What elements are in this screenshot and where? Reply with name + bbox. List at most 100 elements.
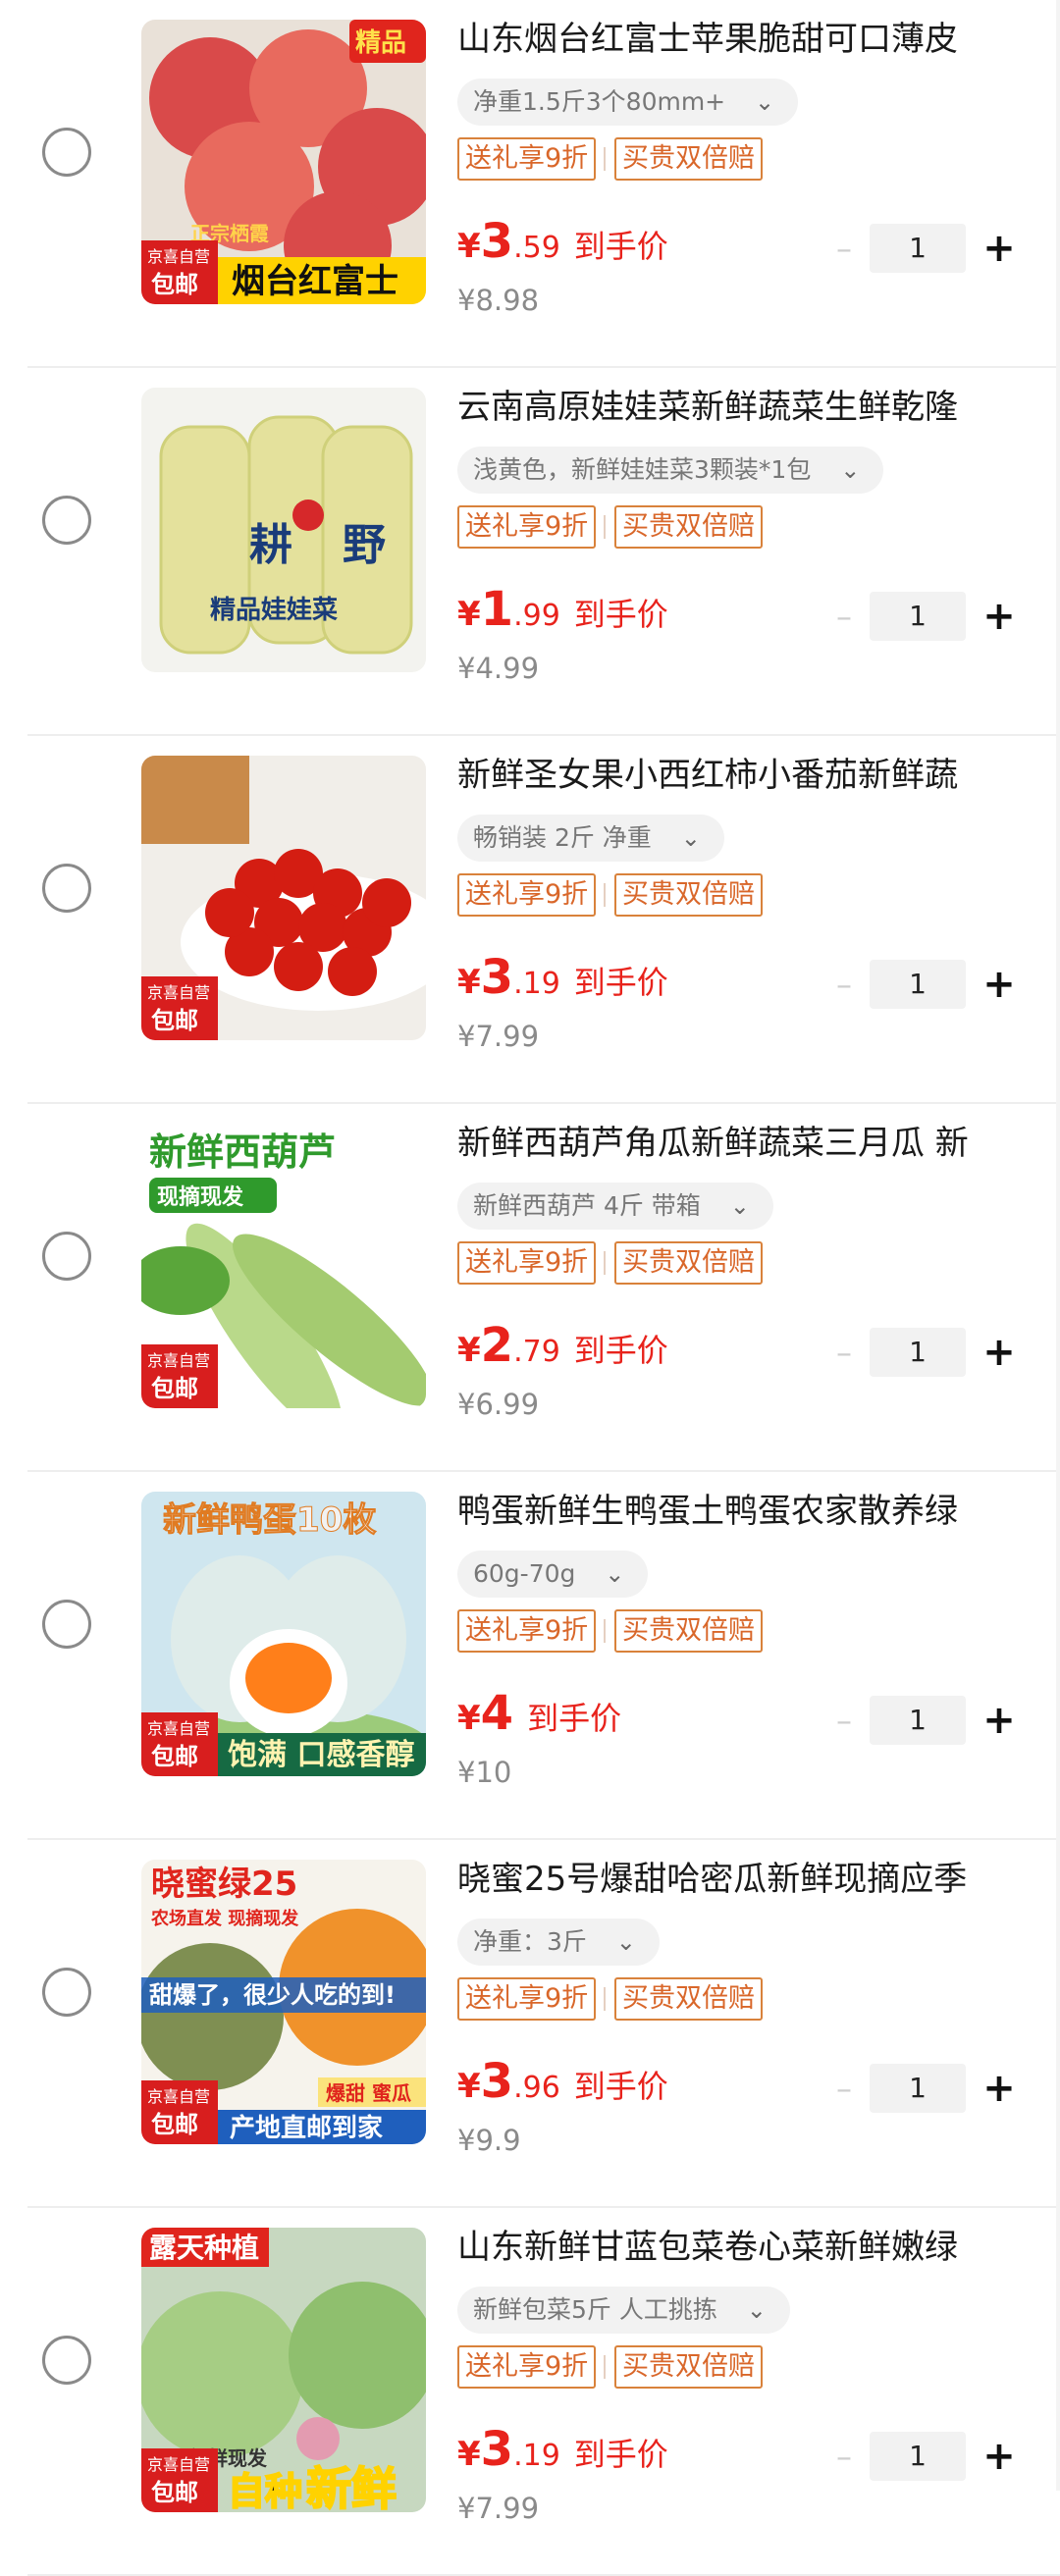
product-image[interactable]: 耕 野精品娃娃菜 (141, 388, 426, 672)
select-item-radio[interactable] (42, 2336, 91, 2385)
price-currency: ¥ (457, 1699, 481, 1738)
promo-tag-discount: 送礼享9折 (457, 873, 597, 917)
decrease-button[interactable]: – (824, 224, 864, 273)
bowl (141, 756, 249, 844)
product-image[interactable]: 晓蜜绿25 农场直发 现摘现发 甜爆了，很少人吃的到! 爆甜 蜜瓜 产地直邮到家 京喜自营… (141, 1860, 426, 2144)
price-label: 到手价 (527, 1700, 622, 1737)
increase-button[interactable]: + (980, 2432, 1019, 2481)
product-image-art: 京喜自营包邮 (141, 756, 426, 1040)
select-item-radio[interactable] (42, 864, 91, 913)
cart-item[interactable]: 精品 正宗栖霞 烟台红富士 京喜自营 包邮 山东烟台红富士苹果脆甜可口薄皮 净重1.5斤… (0, 0, 1060, 368)
cart-item[interactable]: 晓蜜绿25 农场直发 现摘现发 甜爆了，很少人吃的到! 爆甜 蜜瓜 产地直邮到家 京喜自营… (0, 1840, 1060, 2208)
price-decimal: .19 (513, 2439, 560, 2473)
spec-label: 净重：3斤 (473, 1927, 587, 1956)
quantity-input[interactable]: 1 (870, 592, 966, 641)
sub-text: 现摘现发 (157, 1184, 244, 1210)
select-item-radio[interactable] (42, 496, 91, 545)
increase-button[interactable]: + (980, 592, 1019, 641)
quantity-input[interactable]: 1 (870, 2432, 966, 2481)
original-price: ¥7.99 (457, 1020, 540, 1053)
spec-selector[interactable]: 净重：3斤 ⌄ (457, 1919, 660, 1966)
product-title[interactable]: 山东新鲜甘蓝包菜卷心菜新鲜嫩绿 (457, 2224, 1046, 2271)
quantity-input[interactable]: 1 (870, 224, 966, 273)
spec-selector[interactable]: 新鲜西葫芦 4斤 带箱 ⌄ (457, 1183, 773, 1230)
increase-button[interactable]: + (980, 1328, 1019, 1377)
promo-tag-discount: 送礼享9折 (457, 1977, 597, 2021)
product-image[interactable]: 新鲜鸭蛋10枚 饱满 口感香醇 京喜自营 包邮 (141, 1492, 426, 1776)
decrease-button[interactable]: – (824, 960, 864, 1009)
product-title[interactable]: 新鲜西葫芦角瓜新鲜蔬菜三月瓜 新 (457, 1120, 1046, 1167)
product-image[interactable]: 京喜自营 包邮 (141, 756, 426, 1040)
cart-item[interactable]: 露天种植 新鲜现发 自种 新鲜 京喜自营 包邮 山东新鲜甘蓝包菜卷心菜新鲜嫩绿 新鲜包菜5… (0, 2208, 1060, 2576)
jd-badge-line1: 京喜自营 (147, 1351, 210, 1370)
select-item-radio[interactable] (42, 128, 91, 177)
tomato (328, 947, 377, 996)
increase-button[interactable]: + (980, 960, 1019, 1009)
caption-text: 饱满 口感香醇 (228, 1738, 414, 1772)
jd-badge-line1: 京喜自营 (147, 2455, 210, 2474)
spec-selector[interactable]: 畅销装 2斤 净重 ⌄ (457, 815, 724, 862)
quantity-input[interactable]: 1 (870, 2064, 966, 2113)
spec-selector[interactable]: 浅黄色，新鲜娃娃菜3颗装*1包 ⌄ (457, 447, 884, 494)
quantity-stepper: – 1 + (824, 2432, 1021, 2481)
decrease-button[interactable]: – (824, 1328, 864, 1377)
decrease-button[interactable]: – (824, 2064, 864, 2113)
quantity-input[interactable]: 1 (870, 960, 966, 1009)
select-item-radio[interactable] (42, 1232, 91, 1281)
jd-badge: 京喜自营包邮 (141, 1344, 218, 1408)
chevron-down-icon: ⌄ (729, 1192, 750, 1220)
product-title[interactable]: 晓蜜25号爆甜哈密瓜新鲜现摘应季 (457, 1856, 1046, 1903)
jd-badge-line2: 包邮 (151, 271, 198, 298)
jd-badge-line2: 包邮 (151, 1743, 198, 1770)
quantity-stepper: – 1 + (824, 224, 1021, 273)
caption-word2: 新鲜 (306, 2462, 397, 2512)
product-image[interactable]: 新鲜西葫芦 现摘现发 京喜自营 包邮 (141, 1124, 426, 1408)
scrollbar[interactable] (1056, 0, 1060, 2491)
product-image-art: 新鲜鸭蛋10枚饱满 口感香醇京喜自营包邮 (141, 1492, 426, 1776)
increase-button[interactable]: + (980, 224, 1019, 273)
cart-item[interactable]: 京喜自营 包邮 新鲜圣女果小西红柿小番茄新鲜蔬 畅销装 2斤 净重 ⌄ 送礼享9折… (0, 736, 1060, 1104)
original-price: ¥8.98 (457, 284, 540, 317)
product-image[interactable]: 露天种植 新鲜现发 自种 新鲜 京喜自营 包邮 (141, 2228, 426, 2512)
product-title[interactable]: 新鲜圣女果小西红柿小番茄新鲜蔬 (457, 752, 1046, 799)
cabbage (141, 2291, 303, 2458)
promo-tag-discount: 送礼享9折 (457, 505, 597, 549)
price-label: 到手价 (573, 964, 668, 1001)
spec-selector[interactable]: 60g-70g ⌄ (457, 1551, 649, 1598)
chevron-down-icon: ⌄ (755, 88, 775, 116)
cart-item[interactable]: 耕 野精品娃娃菜 云南高原娃娃菜新鲜蔬菜生鲜乾隆 浅黄色，新鲜娃娃菜3颗装*1包 … (0, 368, 1060, 736)
product-title[interactable]: 云南高原娃娃菜新鲜蔬菜生鲜乾隆 (457, 384, 1046, 431)
decrease-button[interactable]: – (824, 2432, 864, 2481)
jd-badge: 京喜自营包邮 (141, 240, 218, 304)
cart-item[interactable]: 新鲜西葫芦 现摘现发 京喜自营 包邮 新鲜西葫芦角瓜新鲜蔬菜三月瓜 新 新鲜西葫芦 4… (0, 1104, 1060, 1472)
promo-tag-discount: 送礼享9折 (457, 1241, 597, 1285)
caption-text: 烟台红富士 (232, 262, 398, 301)
premium-badge: 精品 (349, 20, 426, 63)
increase-button[interactable]: + (980, 2064, 1019, 2113)
quantity-input[interactable]: 1 (870, 1328, 966, 1377)
product-image[interactable]: 精品 正宗栖霞 烟台红富士 京喜自营 包邮 (141, 20, 426, 304)
spec-label: 净重1.5斤3个80mm+ (473, 87, 726, 116)
product-title[interactable]: 鸭蛋新鲜生鸭蛋土鸭蛋农家散养绿 (457, 1488, 1046, 1535)
spec-selector[interactable]: 新鲜包菜5斤 人工挑拣 ⌄ (457, 2287, 790, 2334)
headline-text: 晓蜜绿25 (151, 1865, 297, 1904)
price-label: 到手价 (573, 228, 668, 265)
brand-word1: 耕 (249, 520, 292, 570)
spec-selector[interactable]: 净重1.5斤3个80mm+ ⌄ (457, 79, 799, 126)
increase-button[interactable]: + (980, 1696, 1019, 1745)
select-item-radio[interactable] (42, 1600, 91, 1649)
product-title[interactable]: 山东烟台红富士苹果脆甜可口薄皮 (457, 16, 1046, 63)
final-price: ¥1.99 到手价 (457, 582, 668, 641)
select-item-radio[interactable] (42, 1968, 91, 2017)
price-currency: ¥ (457, 595, 481, 634)
price-decimal: .59 (513, 231, 560, 265)
price-integer: 3 (480, 2422, 514, 2477)
quantity-stepper: – 1 + (824, 592, 1021, 641)
tomato (205, 888, 254, 937)
spec-label: 新鲜包菜5斤 人工挑拣 (473, 2295, 717, 2324)
decrease-button[interactable]: – (824, 1696, 864, 1745)
decrease-button[interactable]: – (824, 592, 864, 641)
jd-badge-line1: 京喜自营 (147, 1719, 210, 1738)
cart-item[interactable]: 新鲜鸭蛋10枚 饱满 口感香醇 京喜自营 包邮 鸭蛋新鲜生鸭蛋土鸭蛋农家散养绿 60g… (0, 1472, 1060, 1840)
quantity-input[interactable]: 1 (870, 1696, 966, 1745)
